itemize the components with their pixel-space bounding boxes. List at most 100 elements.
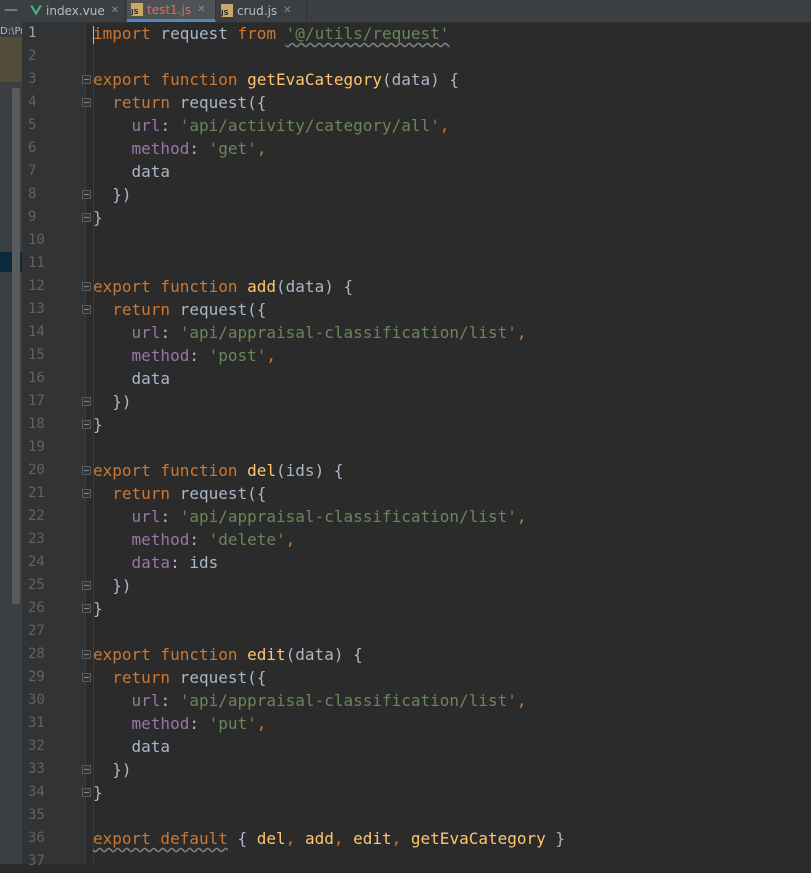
- code-token: data: [131, 553, 171, 572]
- code-token: export function: [93, 645, 248, 664]
- tab-label: crud.js: [237, 3, 278, 18]
- line-number: 25: [28, 577, 45, 593]
- code-token: }: [93, 783, 103, 802]
- code-token: ,: [266, 346, 277, 365]
- code-token: 'put': [208, 714, 257, 733]
- code-line: }: [93, 413, 103, 436]
- code-token: {: [227, 829, 257, 848]
- code-line: data: [93, 160, 171, 183]
- code-line: url: 'api/appraisal-classification/list'…: [93, 689, 527, 712]
- tab-crud-js[interactable]: crud.js ✕: [217, 0, 307, 21]
- code-line: export default { del, add, edit, getEvaC…: [93, 827, 565, 850]
- line-number: 6: [28, 140, 37, 156]
- code-line: }: [93, 206, 103, 229]
- code-token: ,: [333, 829, 354, 848]
- js-file-icon: [131, 3, 143, 16]
- code-line: }): [93, 183, 131, 206]
- code-token: }): [93, 576, 132, 595]
- breadcrumb: D:\Pr: [0, 26, 22, 37]
- code-token: :: [160, 691, 180, 710]
- code-token: ,: [516, 507, 527, 526]
- minimize-icon[interactable]: —: [0, 0, 22, 21]
- code-token: :: [189, 714, 209, 733]
- code-token: getEvaCategory: [410, 829, 546, 848]
- line-number: 23: [28, 531, 45, 547]
- code-editor[interactable]: import request from '@/utils/request' exp…: [86, 22, 811, 864]
- code-token: 'post': [208, 346, 267, 365]
- code-token: add: [304, 829, 334, 848]
- code-token: export function: [93, 461, 248, 480]
- project-panel-edge: D:\Pr: [0, 22, 22, 864]
- line-number: 8: [28, 186, 37, 202]
- tab-index-vue[interactable]: index.vue ✕: [26, 0, 126, 21]
- code-token: 'api/appraisal-classification/list': [179, 323, 517, 342]
- code-token: method: [131, 714, 190, 733]
- code-token: return: [112, 300, 171, 319]
- code-token: (data) {: [276, 277, 354, 296]
- code-token: data: [93, 369, 171, 388]
- panel-scrollbar[interactable]: [12, 88, 20, 604]
- line-number: 11: [28, 255, 45, 271]
- code-token: 'api/activity/category/all': [179, 116, 440, 135]
- code-token: url: [131, 323, 161, 342]
- line-number: 15: [28, 347, 45, 363]
- code-token: ,: [285, 530, 296, 549]
- code-token: export function: [93, 277, 248, 296]
- line-number: 12: [28, 278, 45, 294]
- line-number: 18: [28, 416, 45, 432]
- code-token: : ids: [170, 553, 219, 572]
- code-token: ,: [391, 829, 411, 848]
- code-line: data: ids: [93, 551, 219, 574]
- code-token: :: [160, 323, 180, 342]
- line-number: 17: [28, 393, 45, 409]
- code-line: export function edit(data) {: [93, 643, 363, 666]
- code-token: request: [150, 24, 238, 43]
- code-token: request({: [170, 300, 267, 319]
- code-token: }: [93, 415, 103, 434]
- code-token: ,: [439, 116, 450, 135]
- code-line: method: 'delete',: [93, 528, 296, 551]
- tab-test1-js[interactable]: test1.js ✕: [127, 0, 216, 22]
- code-line: import request from '@/utils/request': [93, 22, 449, 45]
- tab-label: index.vue: [46, 3, 105, 18]
- line-number: 3: [28, 71, 37, 87]
- line-number: 5: [28, 117, 37, 133]
- close-icon[interactable]: ✕: [197, 4, 205, 15]
- line-number: 34: [28, 784, 45, 800]
- code-token: }): [93, 760, 132, 779]
- code-token: data: [93, 162, 171, 181]
- code-line: data: [93, 735, 171, 758]
- code-line: export function del(ids) {: [93, 459, 343, 482]
- tab-label: test1.js: [147, 2, 192, 17]
- line-number: 21: [28, 485, 45, 501]
- line-number: 33: [28, 761, 45, 777]
- vue-icon: [30, 5, 42, 16]
- code-token: export function: [93, 70, 248, 89]
- code-token: :: [160, 507, 180, 526]
- line-number: 10: [28, 232, 45, 248]
- code-line: data: [93, 367, 171, 390]
- js-file-icon: [221, 4, 233, 17]
- editor-tab-bar: — index.vue ✕ test1.js ✕ crud.js ✕: [0, 0, 811, 23]
- line-number: 29: [28, 669, 45, 685]
- close-icon[interactable]: ✕: [111, 5, 119, 16]
- code-token: edit: [353, 829, 392, 848]
- code-line: }: [93, 781, 103, 804]
- code-token: from: [237, 24, 277, 43]
- code-line: return request({: [93, 298, 266, 321]
- code-token: :: [189, 530, 209, 549]
- code-token: add: [247, 277, 277, 296]
- line-number: 7: [28, 163, 37, 179]
- code-token: request({: [170, 93, 267, 112]
- code-line: method: 'put',: [93, 712, 267, 735]
- code-token: }: [93, 599, 103, 618]
- close-icon[interactable]: ✕: [283, 5, 291, 16]
